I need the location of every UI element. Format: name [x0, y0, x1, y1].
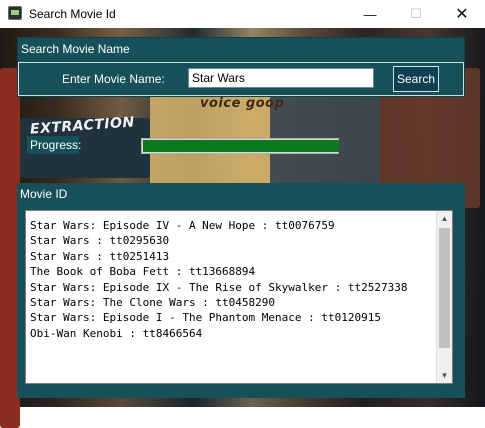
result-item: Obi-Wan Kenobi : tt8466564 [30, 326, 203, 340]
scrollbar-thumb[interactable] [439, 228, 450, 348]
progress-bar [141, 138, 339, 154]
window-title: Search Movie Id [29, 7, 116, 21]
search-panel-title: Search Movie Name [21, 42, 130, 56]
scroll-up-arrow-icon[interactable]: ▲ [437, 211, 452, 226]
result-item: Star Wars : tt0295630 [30, 234, 170, 248]
app-icon [8, 6, 22, 20]
result-item: Star Wars: Episode I - The Phantom Menac… [30, 311, 381, 325]
movie-name-label: Enter Movie Name: [62, 72, 165, 86]
progress-label: Progress: [27, 136, 81, 154]
close-button[interactable]: ✕ [439, 0, 485, 28]
results-list: Star Wars: Episode IV - A New Hope : tt0… [30, 218, 430, 341]
title-bar: Search Movie Id — ☐ ✕ [0, 0, 485, 28]
maximize-button[interactable]: ☐ [393, 0, 439, 28]
results-textbox[interactable]: Star Wars: Episode IV - A New Hope : tt0… [25, 210, 453, 384]
movie-id-panel-title: Movie ID [20, 187, 68, 201]
result-item: Star Wars: Episode IV - A New Hope : tt0… [30, 219, 335, 232]
minimize-button[interactable]: — [347, 0, 393, 28]
progress-bar-fill [143, 140, 339, 152]
result-item: Star Wars: The Clone Wars : tt0458290 [30, 296, 276, 310]
poster-text-voice: voice goop [200, 96, 285, 111]
result-item: Star Wars: Episode IX - The Rise of Skyw… [30, 280, 408, 294]
scroll-down-arrow-icon[interactable]: ▼ [437, 368, 452, 383]
search-button[interactable]: Search [393, 66, 439, 92]
vertical-scrollbar[interactable]: ▲ ▼ [436, 211, 452, 383]
movie-name-input[interactable] [188, 68, 374, 88]
result-item: Star Wars : tt0251413 [30, 249, 170, 263]
result-item: The Book of Boba Fett : tt13668894 [30, 265, 256, 279]
